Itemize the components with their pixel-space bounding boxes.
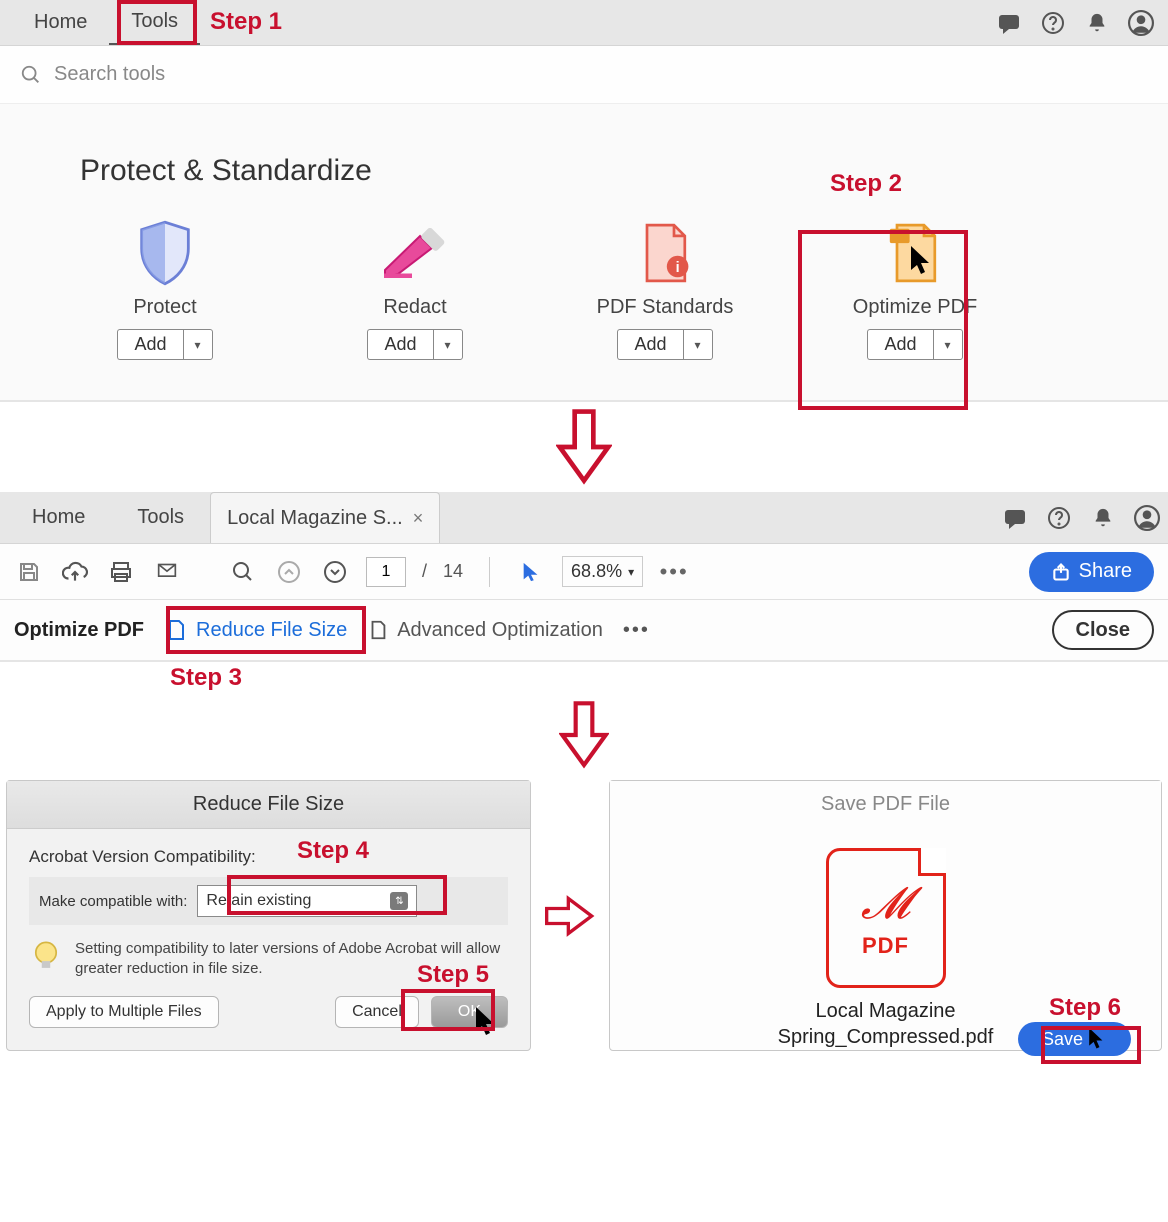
tab-tools[interactable]: Tools: [111, 492, 210, 543]
chevron-down-icon: ▾: [628, 565, 634, 579]
doc-toolbar: / 14 68.8%▾ ••• Share: [0, 544, 1168, 600]
flow-arrow-right: [545, 780, 595, 1051]
profile-icon[interactable]: [1132, 503, 1162, 533]
profile-icon[interactable]: [1126, 8, 1156, 38]
dialog-title: Reduce File Size: [7, 781, 530, 829]
annotation-step2: Step 2: [830, 170, 902, 198]
search-bar[interactable]: Search tools: [0, 46, 1168, 104]
help-icon[interactable]: [1044, 503, 1074, 533]
chevron-down-icon[interactable]: [433, 329, 463, 360]
annotation-box-step4: [227, 875, 447, 915]
dialog-title: Save PDF File: [610, 781, 1161, 828]
email-icon[interactable]: [152, 557, 182, 587]
add-button[interactable]: Add: [117, 329, 212, 360]
advanced-optimization-button[interactable]: Advanced Optimization: [367, 619, 603, 642]
tools-panel: Protect & Standardize Protect Add Redact: [0, 104, 1168, 402]
pdf-file-icon: 𝓜 PDF: [826, 848, 946, 988]
bulb-icon: [29, 939, 63, 973]
zoom-select[interactable]: 68.8%▾: [562, 556, 643, 587]
flow-arrow-down: [0, 690, 1168, 780]
page-up-icon[interactable]: [274, 557, 304, 587]
redact-icon: [375, 218, 455, 288]
save-icon[interactable]: [14, 557, 44, 587]
chat-icon[interactable]: [1000, 503, 1030, 533]
annotation-box-step1: [117, 0, 197, 45]
make-compatible-label: Make compatible with:: [39, 893, 187, 910]
reduce-file-size-dialog: Reduce File Size Acrobat Version Compati…: [6, 780, 531, 1051]
optimize-toolbar: Optimize PDF Reduce File Size Advanced O…: [0, 600, 1168, 662]
tab-document[interactable]: Local Magazine S... ×: [210, 492, 440, 543]
section-title: Protect & Standardize: [80, 154, 1088, 188]
document-tab-title: Local Magazine S...: [227, 507, 403, 530]
shield-icon: [125, 218, 205, 288]
doc-top-nav: Home Tools Local Magazine S... ×: [0, 492, 1168, 544]
annotation-step6: Step 6: [1049, 994, 1121, 1022]
save-dialog: Save PDF File 𝓜 PDF Local Magazine Sprin…: [609, 780, 1162, 1051]
apply-multiple-button[interactable]: Apply to Multiple Files: [29, 996, 219, 1028]
search-placeholder: Search tools: [54, 63, 165, 86]
panel-dialogs: Reduce File Size Acrobat Version Compati…: [0, 780, 1168, 1091]
tab-home[interactable]: Home: [6, 492, 111, 543]
annotation-box-step3: [166, 606, 366, 654]
bell-icon[interactable]: [1082, 8, 1112, 38]
annotation-step3: Step 3: [170, 664, 1168, 692]
page-separator: /: [422, 561, 427, 582]
annotation-box-step5: [401, 989, 495, 1031]
annotation-box-step6: [1041, 1026, 1141, 1064]
tool-redact[interactable]: Redact Add: [330, 218, 500, 360]
annotation-step1: Step 1: [210, 8, 282, 36]
chat-icon[interactable]: [994, 8, 1024, 38]
add-button[interactable]: Add: [617, 329, 712, 360]
panel-tools: Home Tools Search tools Protect & Standa…: [0, 0, 1168, 402]
panel-document: Home Tools Local Magazine S... × / 14: [0, 492, 1168, 690]
zoom-search-icon[interactable]: [228, 557, 258, 587]
tool-protect[interactable]: Protect Add: [80, 218, 250, 360]
close-icon[interactable]: ×: [413, 508, 424, 529]
tool-label: Protect: [133, 296, 196, 319]
tool-pdf-standards[interactable]: i PDF Standards Add: [580, 218, 750, 360]
tab-home[interactable]: Home: [12, 0, 109, 45]
tool-label: Redact: [383, 296, 446, 319]
compat-heading: Acrobat Version Compatibility:: [29, 847, 508, 867]
svg-text:i: i: [676, 260, 680, 276]
flow-arrow-down: [0, 402, 1168, 492]
cloud-upload-icon[interactable]: [60, 557, 90, 587]
optimize-title: Optimize PDF: [14, 619, 144, 642]
more-icon[interactable]: •••: [659, 557, 689, 587]
print-icon[interactable]: [106, 557, 136, 587]
pdf-standards-icon: i: [625, 218, 705, 288]
annotation-step4: Step 4: [297, 837, 369, 865]
more-icon[interactable]: •••: [623, 619, 650, 642]
select-tool-icon[interactable]: [516, 557, 546, 587]
annotation-box-step2: [798, 230, 968, 410]
page-total: 14: [443, 561, 463, 582]
share-button[interactable]: Share: [1029, 552, 1154, 592]
search-icon: [20, 64, 42, 86]
chevron-down-icon[interactable]: [683, 329, 713, 360]
add-button[interactable]: Add: [367, 329, 462, 360]
help-icon[interactable]: [1038, 8, 1068, 38]
page-down-icon[interactable]: [320, 557, 350, 587]
close-button[interactable]: Close: [1052, 610, 1154, 650]
tool-label: PDF Standards: [597, 296, 734, 319]
chevron-down-icon[interactable]: [183, 329, 213, 360]
bell-icon[interactable]: [1088, 503, 1118, 533]
annotation-step5: Step 5: [417, 961, 489, 989]
page-input[interactable]: [366, 557, 406, 587]
